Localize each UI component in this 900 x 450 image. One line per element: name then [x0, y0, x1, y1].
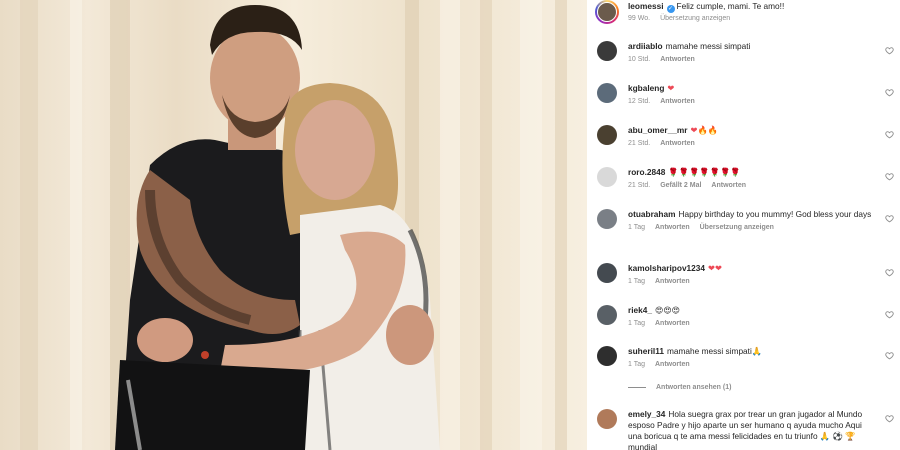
- commenter-avatar[interactable]: [597, 125, 617, 145]
- commenter-avatar[interactable]: [597, 41, 617, 61]
- comment-time: 10 Std.: [628, 56, 651, 63]
- comment-username[interactable]: roro.2848: [628, 167, 665, 177]
- author-username[interactable]: leomessi: [628, 1, 664, 11]
- comment-text: mamahe messi simpati🙏: [666, 346, 763, 356]
- reply-button[interactable]: Antworten: [660, 140, 695, 147]
- commenter-avatar[interactable]: [597, 305, 617, 325]
- comment-text: ❤: [667, 83, 675, 93]
- post-photo: [0, 0, 587, 450]
- reply-button[interactable]: Antworten: [655, 361, 690, 368]
- comments-panel: leomessi ✓ Feliz cumple, mami. Te amo!! 99…: [587, 0, 900, 450]
- like-heart-icon[interactable]: [885, 414, 894, 423]
- commenter-avatar[interactable]: [597, 263, 617, 283]
- like-heart-icon[interactable]: [885, 351, 894, 360]
- comment-time: 1 Tag: [628, 361, 645, 368]
- comment-text: ❤❤: [708, 263, 722, 273]
- like-heart-icon[interactable]: [885, 130, 894, 139]
- comment-time: 1 Tag: [628, 224, 645, 231]
- commenter-avatar[interactable]: [597, 83, 617, 103]
- caption-translate-link[interactable]: Übersetzung anzeigen: [660, 15, 730, 22]
- commenter-avatar[interactable]: [597, 167, 617, 187]
- comment-text: Happy birthday to you mummy! God bless y…: [678, 209, 872, 219]
- comment-text: 😍😍😍: [655, 306, 681, 315]
- caption-time: 99 Wo.: [628, 15, 651, 22]
- comment-time: 21 Std.: [628, 182, 651, 189]
- comment-username[interactable]: kamolsharipov1234: [628, 263, 705, 273]
- reply-button[interactable]: Antworten: [660, 98, 695, 105]
- comment-translate-link[interactable]: Übersetzung anzeigen: [700, 224, 774, 231]
- comment-username[interactable]: otuabraham: [628, 209, 675, 219]
- verified-badge-icon: ✓: [666, 5, 675, 13]
- reply-button[interactable]: Antworten: [655, 320, 690, 327]
- comment-time: 21 Std.: [628, 140, 651, 147]
- comment-username[interactable]: abu_omer__mr: [628, 125, 688, 135]
- comment-time: 1 Tag: [628, 278, 645, 285]
- like-heart-icon[interactable]: [885, 214, 894, 223]
- reply-button[interactable]: Antworten: [655, 224, 690, 231]
- comment-username[interactable]: emely_34: [628, 409, 665, 419]
- comment-text: 🌹🌹🌹🌹🌹🌹🌹: [668, 167, 741, 177]
- commenter-avatar[interactable]: [597, 346, 617, 366]
- comment-text: ❤🔥🔥: [690, 125, 719, 135]
- like-heart-icon[interactable]: [885, 88, 894, 97]
- commenter-avatar[interactable]: [597, 209, 617, 229]
- author-avatar[interactable]: [595, 0, 619, 24]
- comment-time: 12 Std.: [628, 98, 651, 105]
- reply-button[interactable]: Antworten: [660, 56, 695, 63]
- comment-username[interactable]: riek4_: [628, 305, 652, 315]
- like-heart-icon[interactable]: [885, 268, 894, 277]
- commenter-avatar[interactable]: [597, 409, 617, 429]
- reply-button[interactable]: Antworten: [711, 182, 746, 189]
- comment-username[interactable]: ardiiablo: [628, 41, 663, 51]
- like-heart-icon[interactable]: [885, 310, 894, 319]
- like-heart-icon[interactable]: [885, 46, 894, 55]
- comment-likes-count[interactable]: Gefällt 2 Mal: [660, 182, 701, 189]
- view-replies-button[interactable]: Antworten ansehen (1): [628, 384, 731, 391]
- comment-time: 1 Tag: [628, 320, 645, 327]
- comment-text: mamahe messi simpati: [665, 41, 751, 51]
- comment-username[interactable]: kgbaleng: [628, 83, 664, 93]
- comment-username[interactable]: suheril11: [628, 346, 664, 356]
- caption-text: Feliz cumple, mami. Te amo!!: [676, 1, 785, 11]
- reply-button[interactable]: Antworten: [655, 278, 690, 285]
- photo-illustration: [20, 0, 567, 450]
- like-heart-icon[interactable]: [885, 172, 894, 181]
